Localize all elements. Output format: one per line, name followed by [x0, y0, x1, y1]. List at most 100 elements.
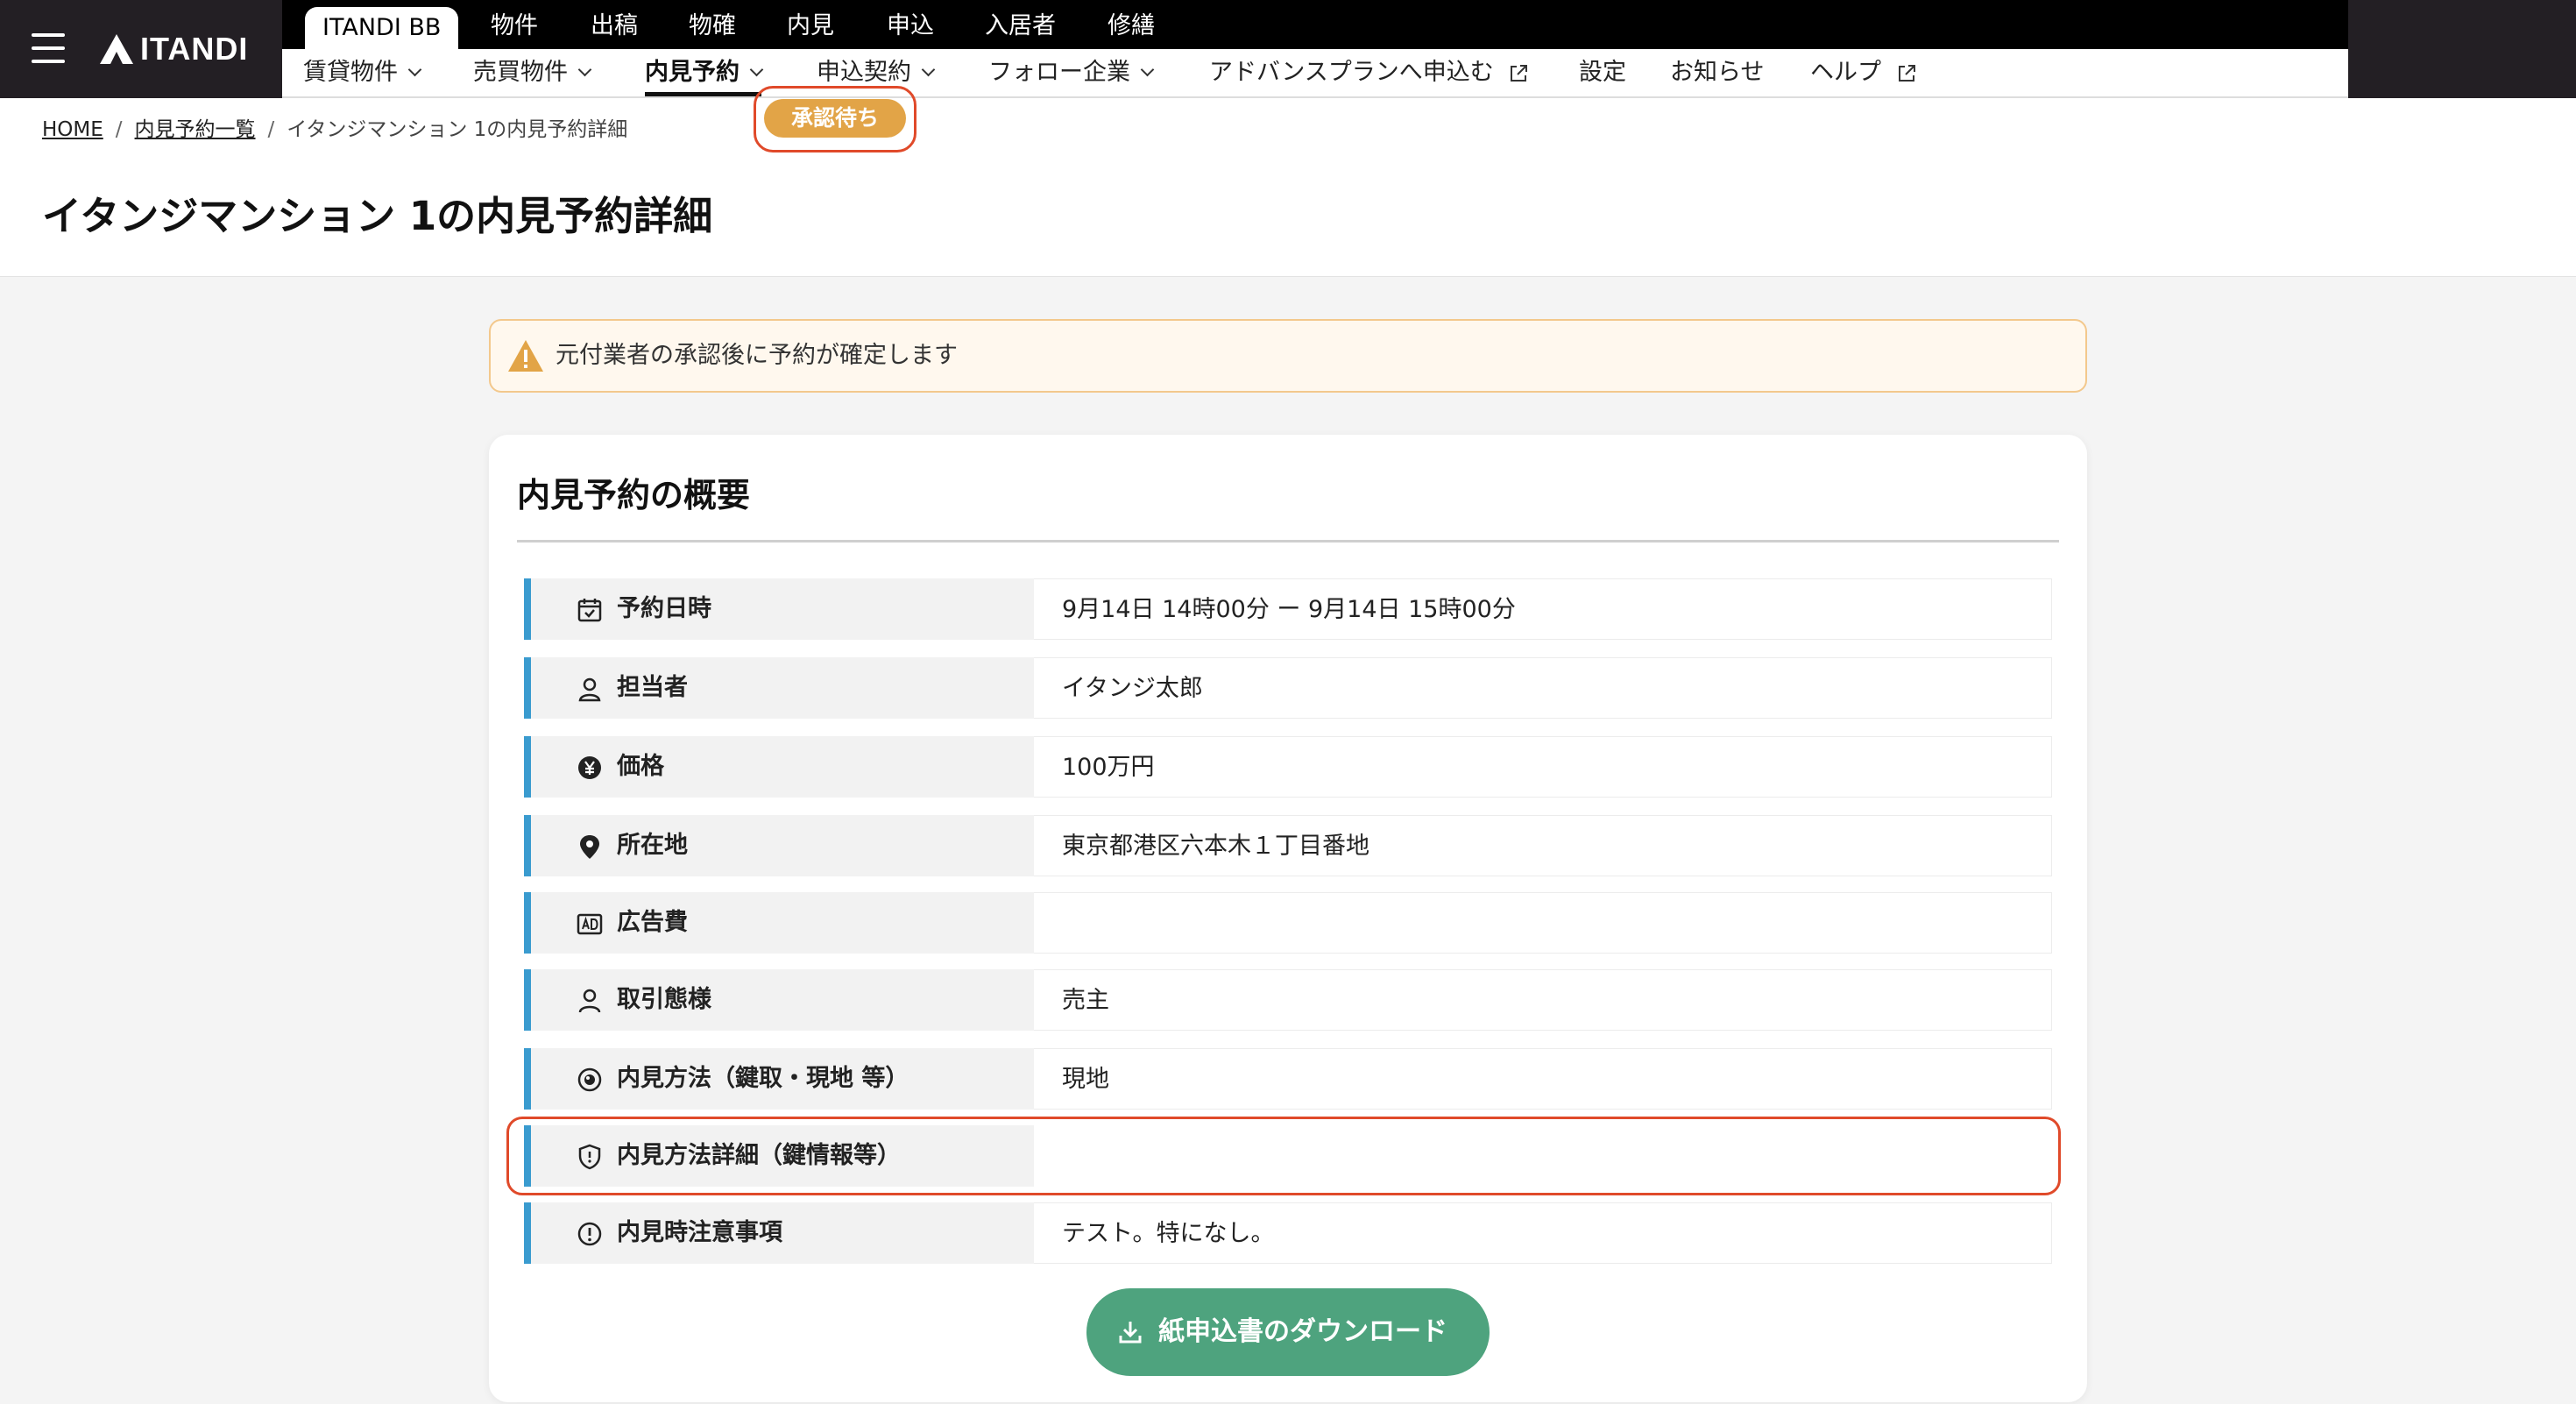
- tab-naiken[interactable]: 内見: [787, 0, 834, 49]
- detail-value: 100万円: [1062, 754, 1155, 781]
- detail-row-tantousha: 担当者 イタンジ太郎: [524, 657, 2052, 719]
- detail-row-torihiki-taiyou: 取引態様 売主: [524, 969, 2052, 1031]
- status-badge: 承認待ち: [764, 99, 906, 138]
- alert-text: 元付業者の承認後に予約が確定します: [556, 342, 958, 369]
- alert-circle-icon: [577, 1222, 602, 1246]
- download-application-button[interactable]: 紙申込書のダウンロード: [1086, 1288, 1490, 1376]
- detail-label: 価格: [617, 753, 664, 780]
- detail-value-cell: イタンジ太郎: [1034, 657, 2052, 719]
- itandi-logo-icon: [100, 34, 133, 64]
- breadcrumb-separator: /: [115, 118, 123, 141]
- chevron-down-icon: [749, 62, 764, 77]
- breadcrumb-list-link[interactable]: 内見予約一覧: [135, 118, 256, 141]
- tab-shuzen[interactable]: 修繕: [1108, 0, 1155, 49]
- download-icon: [1119, 1322, 1142, 1344]
- detail-row-chuui-jikou: 内見時注意事項 テスト。特になし。: [524, 1202, 2052, 1264]
- detail-value-cell: 売主: [1034, 969, 2052, 1031]
- page-header: HOME / 内見予約一覧 / イタンジマンション 1の内見予約詳細 イタンジマンション…: [0, 98, 2576, 277]
- logo-text: ITANDI: [140, 31, 249, 67]
- nav-oshirase[interactable]: お知らせ: [1670, 49, 1764, 96]
- detail-label-cell: 価格: [524, 736, 1034, 798]
- external-link-icon: [1511, 64, 1528, 82]
- calendar-icon: [577, 599, 602, 622]
- nav-chintai-label: 賃貸物件: [303, 59, 398, 86]
- location-pin-icon: [580, 835, 599, 859]
- summary-divider: [517, 540, 2059, 542]
- detail-value: イタンジ太郎: [1062, 675, 1203, 702]
- nav-settei-label: 設定: [1579, 59, 1626, 86]
- tab-itandi-bb[interactable]: ITANDI BB: [305, 7, 459, 49]
- ad-icon: [577, 913, 603, 935]
- nav-naiken-yoyaku-label: 内見予約: [645, 59, 740, 86]
- nav-baibai[interactable]: 売買物件: [473, 49, 592, 96]
- breadcrumb: HOME / 内見予約一覧 / イタンジマンション 1の内見予約詳細: [42, 112, 627, 142]
- yen-icon: [578, 756, 601, 779]
- tab-shukko[interactable]: 出稿: [591, 0, 638, 49]
- detail-label-cell: 取引態様: [524, 969, 1034, 1031]
- chevron-down-icon: [1140, 62, 1155, 77]
- download-button-label: 紙申込書のダウンロード: [1158, 1316, 1447, 1347]
- nav-baibai-label: 売買物件: [473, 59, 568, 86]
- detail-label: 予約日時: [617, 595, 711, 622]
- approval-alert: 元付業者の承認後に予約が確定します: [489, 319, 2087, 393]
- detail-label-cell: 担当者: [524, 657, 1034, 719]
- detail-value-cell: 100万円: [1034, 736, 2052, 798]
- detail-label-cell: 所在地: [524, 815, 1034, 876]
- tab-bukkaku[interactable]: 物確: [689, 0, 736, 49]
- nav-settei[interactable]: 設定: [1579, 49, 1626, 96]
- detail-value: 売主: [1062, 987, 1109, 1014]
- tab-bukken[interactable]: 物件: [491, 0, 538, 49]
- detail-label-cell: 予約日時: [524, 578, 1034, 640]
- nav-follow-kigyo[interactable]: フォロー企業: [988, 49, 1155, 96]
- summary-card: 内見予約の概要 予約日時 9月14日 14時00分 ー 9月14日 15時00分…: [489, 435, 2087, 1402]
- warning-icon: [508, 340, 543, 372]
- nav-advance-plan[interactable]: アドバンスプランへ申込む: [1209, 49, 1529, 96]
- hamburger-menu-icon[interactable]: [32, 33, 65, 63]
- detail-label: 広告費: [617, 909, 688, 936]
- product-tabs: ITANDI BB 物件 出稿 物確 内見 申込 入居者 修繕: [282, 0, 2348, 49]
- detail-value: 現地: [1062, 1066, 1109, 1093]
- detail-label: 内見方法（鍵取・現地 等）: [617, 1065, 909, 1092]
- tab-moushikomi[interactable]: 申込: [887, 0, 934, 49]
- nav-naiken-yoyaku[interactable]: 内見予約: [645, 49, 764, 96]
- nav-oshirase-label: お知らせ: [1670, 59, 1765, 86]
- detail-value-cell: 東京都港区六本木１丁目番地: [1034, 815, 2052, 876]
- person-icon: [578, 677, 601, 702]
- detail-label: 内見時注意事項: [617, 1219, 782, 1246]
- nav-follow-kigyo-label: フォロー企業: [988, 59, 1130, 86]
- breadcrumb-separator: /: [267, 118, 275, 141]
- page-title: イタンジマンション 1の内見予約詳細: [42, 193, 713, 239]
- detail-row-yoyaku-nichiji: 予約日時 9月14日 14時00分 ー 9月14日 15時00分: [524, 578, 2052, 640]
- detail-label: 所在地: [617, 832, 688, 859]
- user-icon: [578, 989, 601, 1013]
- breadcrumb-home-link[interactable]: HOME: [42, 118, 103, 141]
- sub-navigation: 賃貸物件 売買物件 内見予約 申込契約 フォロー企業 アドバンスプランへ申込む …: [282, 49, 2348, 98]
- external-link-icon: [1898, 64, 1915, 82]
- chevron-down-icon: [577, 62, 592, 77]
- chevron-down-icon: [407, 62, 422, 77]
- detail-value: 東京都港区六本木１丁目番地: [1062, 833, 1369, 860]
- detail-label: 担当者: [617, 674, 688, 701]
- itandi-logo[interactable]: ITANDI: [98, 30, 248, 68]
- summary-title: 内見予約の概要: [517, 476, 751, 514]
- row-highlight-outline: [506, 1117, 2061, 1195]
- chevron-down-icon: [921, 62, 936, 77]
- header-right-area: [2348, 0, 2576, 98]
- detail-label-cell: 内見方法（鍵取・現地 等）: [524, 1048, 1034, 1110]
- global-header: ITANDI ITANDI BB 物件 出稿 物確 内見 申込 入居者 修繕 賃…: [0, 0, 2576, 98]
- detail-row-naiken-houhou: 内見方法（鍵取・現地 等） 現地: [524, 1048, 2052, 1110]
- nav-moushikomi-keiyaku-label: 申込契約: [817, 59, 911, 86]
- detail-label-cell: 内見時注意事項: [524, 1202, 1034, 1264]
- eye-icon: [577, 1067, 602, 1092]
- nav-help[interactable]: ヘルプ: [1810, 49, 1917, 96]
- logo-area: ITANDI: [0, 0, 282, 98]
- detail-value-cell: テスト。特になし。: [1034, 1202, 2052, 1264]
- detail-row-kakaku: 価格 100万円: [524, 736, 2052, 798]
- detail-value: テスト。特になし。: [1062, 1220, 1275, 1247]
- detail-value: 9月14日 14時00分 ー 9月14日 15時00分: [1062, 596, 1516, 623]
- nav-chintai[interactable]: 賃貸物件: [303, 49, 422, 96]
- detail-value-cell: 9月14日 14時00分 ー 9月14日 15時00分: [1034, 578, 2052, 640]
- detail-label-cell: 広告費: [524, 892, 1034, 954]
- tab-nyukyosha[interactable]: 入居者: [985, 0, 1056, 49]
- nav-help-label: ヘルプ: [1810, 59, 1881, 86]
